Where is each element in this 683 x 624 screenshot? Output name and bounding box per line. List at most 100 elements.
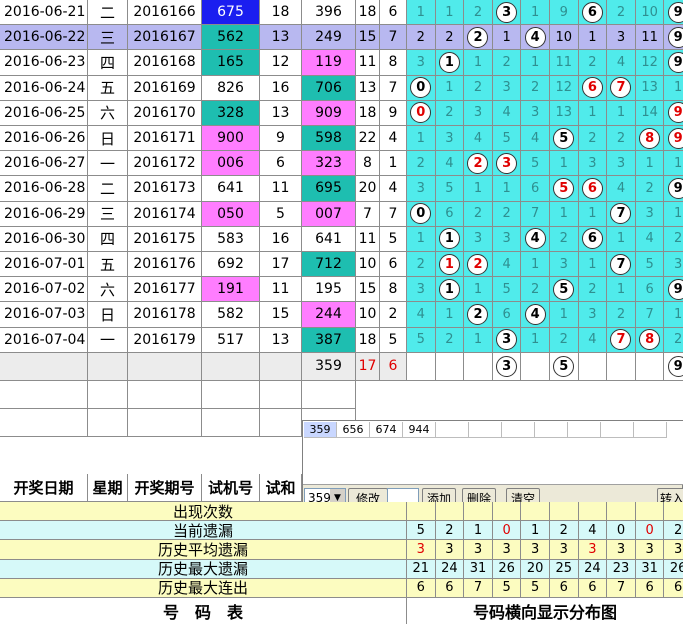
period-cell[interactable]: 2016175 bbox=[128, 226, 202, 252]
sum-cell[interactable]: 22 bbox=[356, 126, 380, 152]
date-cell[interactable]: 2016-07-04 bbox=[0, 327, 88, 353]
trial-number-cell[interactable]: 191 bbox=[202, 277, 260, 303]
sum-cell[interactable]: 13 bbox=[356, 75, 380, 101]
trial-number-cell[interactable]: 006 bbox=[202, 151, 260, 177]
date-cell[interactable]: 2016-06-21 bbox=[0, 0, 88, 26]
span-cell[interactable]: 7 bbox=[380, 25, 407, 51]
period-cell[interactable]: 2016174 bbox=[128, 201, 202, 227]
date-cell[interactable]: 2016-06-23 bbox=[0, 50, 88, 76]
weekday-cell[interactable]: 一 bbox=[88, 151, 128, 177]
number-list-item[interactable]: 674 bbox=[370, 422, 403, 438]
period-cell[interactable]: 2016167 bbox=[128, 25, 202, 51]
span-cell[interactable]: 8 bbox=[380, 277, 407, 303]
sum-cell[interactable]: 10 bbox=[356, 302, 380, 328]
sum-cell[interactable]: 18 bbox=[356, 100, 380, 126]
span-cell[interactable]: 6 bbox=[380, 252, 407, 278]
period-cell[interactable]: 2016178 bbox=[128, 302, 202, 328]
period-cell[interactable]: 2016171 bbox=[128, 126, 202, 152]
trial-sum-cell[interactable]: 13 bbox=[260, 25, 302, 51]
trial-number-cell[interactable]: 582 bbox=[202, 302, 260, 328]
draw-number-cell[interactable]: 706 bbox=[302, 75, 356, 101]
weekday-cell[interactable]: 六 bbox=[88, 100, 128, 126]
trial-sum-cell[interactable]: 18 bbox=[260, 0, 302, 26]
trial-number-cell[interactable]: 692 bbox=[202, 252, 260, 278]
trial-sum-cell[interactable]: 12 bbox=[260, 50, 302, 76]
date-cell[interactable]: 2016-07-03 bbox=[0, 302, 88, 328]
sum-cell[interactable]: 15 bbox=[356, 277, 380, 303]
weekday-cell[interactable]: 日 bbox=[88, 302, 128, 328]
trial-number-cell[interactable]: 900 bbox=[202, 126, 260, 152]
date-cell[interactable]: 2016-06-28 bbox=[0, 176, 88, 202]
period-cell[interactable]: 2016169 bbox=[128, 75, 202, 101]
weekday-cell[interactable]: 三 bbox=[88, 25, 128, 51]
sum-cell[interactable]: 20 bbox=[356, 176, 380, 202]
trial-number-cell[interactable]: 050 bbox=[202, 201, 260, 227]
draw-number-cell[interactable]: 244 bbox=[302, 302, 356, 328]
trial-number-cell[interactable]: 328 bbox=[202, 100, 260, 126]
span-cell[interactable]: 2 bbox=[380, 302, 407, 328]
draw-number-cell[interactable]: 195 bbox=[302, 277, 356, 303]
date-cell[interactable]: 2016-06-27 bbox=[0, 151, 88, 177]
weekday-cell[interactable]: 五 bbox=[88, 252, 128, 278]
draw-number-cell[interactable]: 249 bbox=[302, 25, 356, 51]
draw-number-cell[interactable]: 695 bbox=[302, 176, 356, 202]
draw-number-cell[interactable]: 119 bbox=[302, 50, 356, 76]
trial-sum-cell[interactable]: 16 bbox=[260, 75, 302, 101]
date-cell[interactable]: 2016-06-25 bbox=[0, 100, 88, 126]
sum-cell[interactable]: 18 bbox=[356, 327, 380, 353]
draw-number-cell[interactable]: 396 bbox=[302, 0, 356, 26]
span-cell[interactable]: 9 bbox=[380, 100, 407, 126]
period-cell[interactable]: 2016176 bbox=[128, 252, 202, 278]
span-cell[interactable]: 1 bbox=[380, 151, 407, 177]
draw-number-cell[interactable]: 641 bbox=[302, 226, 356, 252]
sum-cell[interactable]: 7 bbox=[356, 201, 380, 227]
date-cell[interactable]: 2016-07-02 bbox=[0, 277, 88, 303]
date-cell[interactable]: 2016-07-01 bbox=[0, 252, 88, 278]
number-list-item[interactable]: 359 bbox=[304, 422, 337, 438]
draw-number-cell[interactable]: 712 bbox=[302, 252, 356, 278]
trial-sum-cell[interactable]: 9 bbox=[260, 126, 302, 152]
trial-sum-cell[interactable]: 6 bbox=[260, 151, 302, 177]
weekday-cell[interactable]: 三 bbox=[88, 201, 128, 227]
trial-sum-cell[interactable]: 5 bbox=[260, 201, 302, 227]
trial-sum-cell[interactable]: 16 bbox=[260, 226, 302, 252]
period-cell[interactable]: 2016173 bbox=[128, 176, 202, 202]
period-cell[interactable]: 2016179 bbox=[128, 327, 202, 353]
draw-number-cell[interactable]: 387 bbox=[302, 327, 356, 353]
span-cell[interactable]: 7 bbox=[380, 75, 407, 101]
span-cell[interactable]: 5 bbox=[380, 226, 407, 252]
sum-cell[interactable]: 15 bbox=[356, 25, 380, 51]
weekday-cell[interactable]: 四 bbox=[88, 226, 128, 252]
weekday-cell[interactable]: 六 bbox=[88, 277, 128, 303]
trial-sum-cell[interactable]: 13 bbox=[260, 100, 302, 126]
span-cell[interactable]: 6 bbox=[380, 0, 407, 26]
date-cell[interactable]: 2016-06-29 bbox=[0, 201, 88, 227]
weekday-cell[interactable]: 一 bbox=[88, 327, 128, 353]
weekday-cell[interactable]: 五 bbox=[88, 75, 128, 101]
trial-sum-cell[interactable]: 13 bbox=[260, 327, 302, 353]
period-cell[interactable]: 2016177 bbox=[128, 277, 202, 303]
span-cell[interactable]: 5 bbox=[380, 327, 407, 353]
draw-number-cell[interactable]: 909 bbox=[302, 100, 356, 126]
draw-number-cell[interactable]: 598 bbox=[302, 126, 356, 152]
sum-cell[interactable]: 10 bbox=[356, 252, 380, 278]
trial-number-cell[interactable]: 826 bbox=[202, 75, 260, 101]
span-cell[interactable]: 7 bbox=[380, 201, 407, 227]
span-cell[interactable]: 4 bbox=[380, 176, 407, 202]
span-cell[interactable]: 4 bbox=[380, 126, 407, 152]
period-cell[interactable]: 2016168 bbox=[128, 50, 202, 76]
date-cell[interactable]: 2016-06-30 bbox=[0, 226, 88, 252]
draw-number-cell[interactable]: 323 bbox=[302, 151, 356, 177]
sum-cell[interactable]: 8 bbox=[356, 151, 380, 177]
period-cell[interactable]: 2016170 bbox=[128, 100, 202, 126]
trial-number-cell[interactable]: 517 bbox=[202, 327, 260, 353]
trial-number-cell[interactable]: 562 bbox=[202, 25, 260, 51]
weekday-cell[interactable]: 四 bbox=[88, 50, 128, 76]
period-cell[interactable]: 2016172 bbox=[128, 151, 202, 177]
span-cell[interactable]: 8 bbox=[380, 50, 407, 76]
trial-sum-cell[interactable]: 11 bbox=[260, 176, 302, 202]
trial-sum-cell[interactable]: 11 bbox=[260, 277, 302, 303]
sum-cell[interactable]: 11 bbox=[356, 226, 380, 252]
forecast-draw-cell[interactable]: 359 bbox=[302, 352, 356, 381]
date-cell[interactable]: 2016-06-22 bbox=[0, 25, 88, 51]
